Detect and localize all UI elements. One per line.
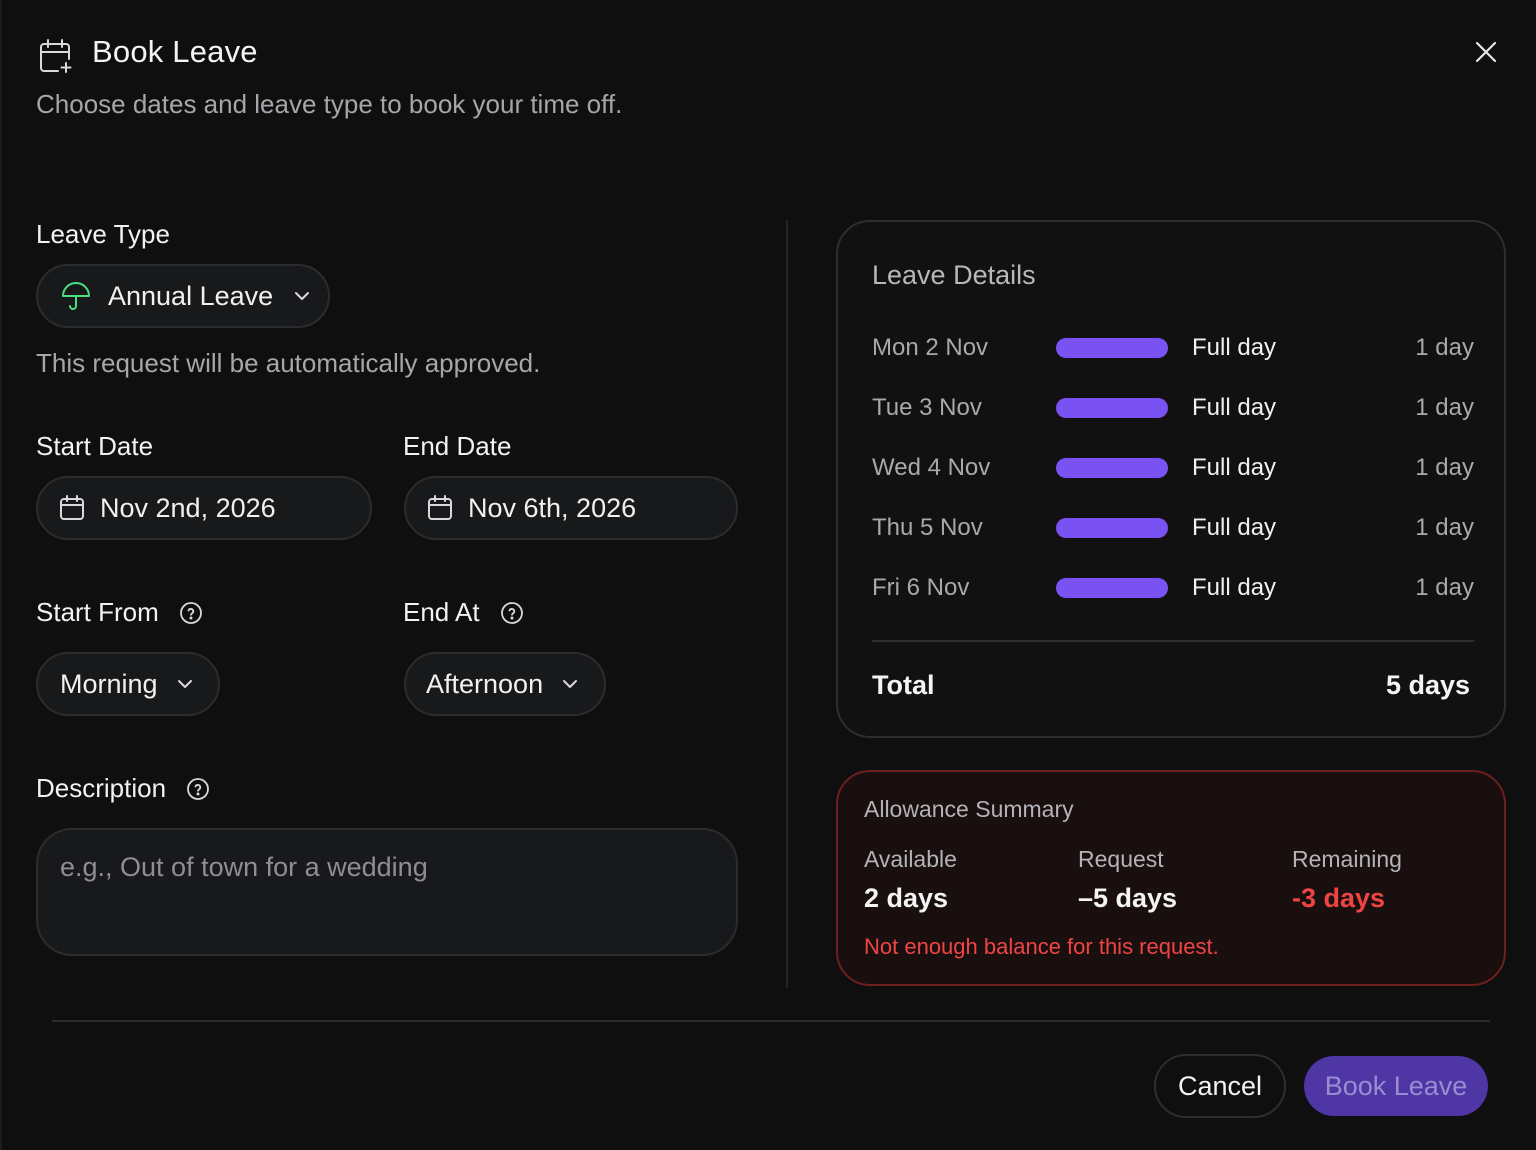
chevron-down-icon — [177, 680, 192, 688]
balance-warning: Not enough balance for this request. — [864, 934, 1219, 959]
dialog-title: Book Leave — [92, 34, 258, 69]
start-date-label-text: Start Date — [36, 431, 154, 461]
description-label-text: Description — [36, 773, 167, 803]
available-label: Available — [864, 846, 957, 872]
vertical-divider — [786, 220, 788, 988]
start-from-select[interactable]: Morning — [36, 652, 220, 716]
leave-type-select[interactable]: Annual Leave — [36, 264, 330, 328]
day-count: 1 day — [1415, 334, 1474, 361]
request-label: Request — [1078, 846, 1164, 872]
allowance-remaining: Remaining -3 days — [1292, 846, 1402, 914]
day-date: Fri 6 Nov — [872, 574, 970, 601]
chevron-down-icon — [563, 680, 578, 688]
calendar-plus-icon — [40, 39, 72, 73]
start-date-picker[interactable]: Nov 2nd, 2026 — [36, 476, 372, 540]
book-leave-dialog: Book Leave Choose dates and leave type t… — [0, 0, 1536, 1150]
day-date: Thu 5 Nov — [872, 514, 983, 541]
day-count: 1 day — [1415, 454, 1474, 481]
end-at-value: Afternoon — [426, 668, 544, 699]
start-from-label: Start From — [36, 597, 203, 628]
chevron-down-icon — [295, 292, 310, 300]
day-date: Tue 3 Nov — [872, 394, 982, 421]
leave-day-row: Mon 2 Nov Full day 1 day — [872, 328, 1474, 368]
help-icon[interactable] — [179, 601, 203, 625]
remaining-label: Remaining — [1292, 846, 1402, 872]
end-date-picker[interactable]: Nov 6th, 2026 — [404, 476, 738, 540]
allowance-title: Allowance Summary — [864, 796, 1074, 822]
total-label: Total — [872, 670, 935, 700]
end-date-value: Nov 6th, 2026 — [468, 492, 637, 523]
end-date-label-text: End Date — [403, 431, 512, 461]
footer-divider — [52, 1020, 1490, 1022]
details-divider — [872, 640, 1474, 642]
day-bar — [1056, 518, 1168, 538]
leave-day-row: Wed 4 Nov Full day 1 day — [872, 448, 1474, 488]
day-bar — [1056, 458, 1168, 478]
end-at-label-text: End At — [403, 597, 480, 627]
cancel-button[interactable]: Cancel — [1154, 1054, 1286, 1118]
leave-type-label-text: Leave Type — [36, 219, 170, 249]
day-bar — [1056, 338, 1168, 358]
help-icon[interactable] — [500, 601, 524, 625]
request-value: –5 days — [1078, 883, 1178, 913]
start-date-value: Nov 2nd, 2026 — [100, 492, 276, 523]
umbrella-icon — [62, 282, 90, 310]
allowance-available: Available 2 days — [864, 846, 957, 914]
available-value: 2 days — [864, 883, 949, 913]
day-type: Full day — [1192, 454, 1277, 481]
day-date: Mon 2 Nov — [872, 334, 989, 361]
day-count: 1 day — [1415, 514, 1474, 541]
remaining-value: -3 days — [1292, 883, 1386, 913]
day-type: Full day — [1192, 514, 1277, 541]
end-at-select[interactable]: Afternoon — [404, 652, 606, 716]
start-from-value: Morning — [60, 668, 158, 699]
allowance-summary-card: Allowance Summary Available 2 days Reque… — [836, 770, 1506, 986]
day-type: Full day — [1192, 394, 1277, 421]
book-leave-button[interactable]: Book Leave — [1304, 1056, 1488, 1116]
allowance-request: Request –5 days — [1078, 846, 1177, 914]
auto-approve-note: This request will be automatically appro… — [36, 348, 541, 378]
close-button[interactable] — [1468, 34, 1504, 70]
day-type: Full day — [1192, 574, 1277, 601]
description-label: Description — [36, 773, 210, 804]
help-icon[interactable] — [186, 777, 210, 801]
leave-details-title: Leave Details — [872, 260, 1036, 290]
total-value: 5 days — [1385, 670, 1470, 700]
calendar-icon — [428, 495, 452, 520]
leave-day-row: Thu 5 Nov Full day 1 day — [872, 508, 1474, 548]
start-date-label: Start Date — [36, 431, 153, 462]
dialog-subtitle: Choose dates and leave type to book your… — [36, 89, 623, 119]
description-textarea[interactable]: e.g., Out of town for a wedding — [36, 828, 738, 956]
close-icon — [1475, 41, 1497, 63]
leave-type-value: Annual Leave — [108, 280, 274, 311]
leave-details-card: Leave Details Mon 2 Nov Full day 1 day T… — [836, 220, 1506, 738]
description-placeholder: e.g., Out of town for a wedding — [60, 852, 428, 882]
day-bar — [1056, 578, 1168, 598]
day-bar — [1056, 398, 1168, 418]
day-type: Full day — [1192, 334, 1277, 361]
end-date-label: End Date — [403, 431, 511, 462]
calendar-icon — [60, 495, 84, 520]
day-count: 1 day — [1415, 394, 1474, 421]
end-at-label: End At — [403, 597, 524, 628]
leave-day-row: Fri 6 Nov Full day 1 day — [872, 568, 1474, 608]
start-from-label-text: Start From — [36, 597, 159, 627]
day-date: Wed 4 Nov — [872, 454, 991, 481]
day-count: 1 day — [1415, 574, 1474, 601]
leave-day-row: Tue 3 Nov Full day 1 day — [872, 388, 1474, 428]
leave-type-label: Leave Type — [36, 219, 170, 250]
